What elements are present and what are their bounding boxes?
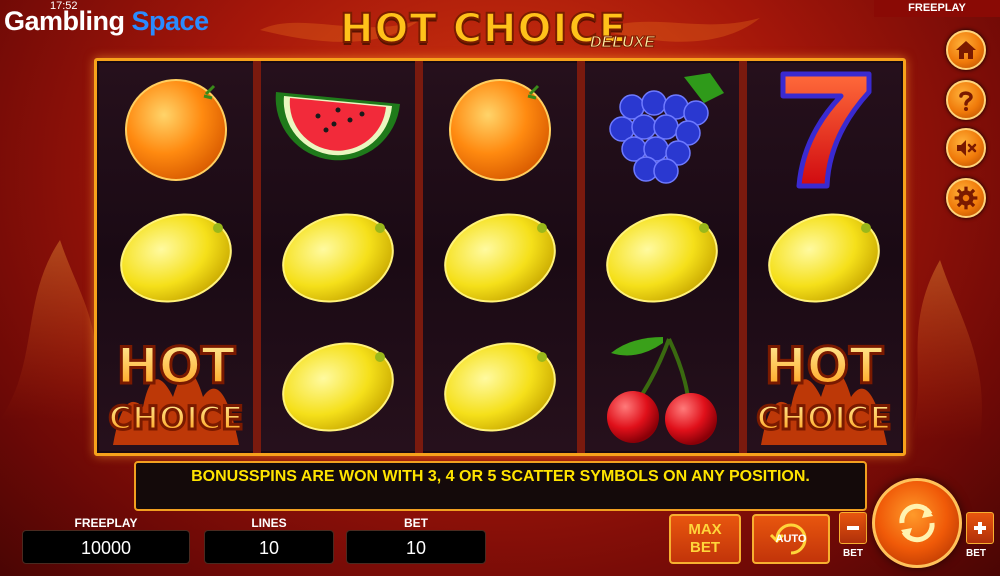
reel-divider xyxy=(739,61,747,453)
minus-icon xyxy=(847,526,859,530)
seven-symbol xyxy=(747,64,901,193)
brand-logo: Gambling Space xyxy=(4,6,209,37)
auto-button[interactable]: AUTO xyxy=(752,514,830,564)
cherries-symbol xyxy=(585,322,739,451)
reel-1: HOT CHOICE xyxy=(99,63,253,451)
lines-label: LINES xyxy=(251,516,287,530)
reel-divider xyxy=(415,61,423,453)
svg-text:CHOICE: CHOICE xyxy=(757,399,892,437)
max-bet-button[interactable]: MAX BET xyxy=(669,514,741,564)
help-icon xyxy=(959,91,973,111)
reel-divider xyxy=(577,61,585,453)
reel-area: HOT CHOICE HOT CHOICE xyxy=(94,58,906,456)
sound-off-icon xyxy=(957,140,977,156)
hot-choice-symbol: HOT CHOICE xyxy=(99,322,253,451)
svg-text:HOT: HOT xyxy=(117,337,235,395)
bet-value: 10 xyxy=(346,530,486,564)
help-button[interactable] xyxy=(946,80,986,120)
spin-icon xyxy=(899,503,935,543)
info-message: BONUSSPINS ARE WON WITH 3, 4 OR 5 SCATTE… xyxy=(134,461,867,511)
sound-button[interactable] xyxy=(946,128,986,168)
orange-symbol xyxy=(423,64,577,193)
lemon-symbol xyxy=(261,193,415,322)
lemon-symbol xyxy=(261,322,415,451)
orange-symbol xyxy=(99,64,253,193)
bet-increase-label: BET xyxy=(966,548,986,559)
brand-word-1: Gambling xyxy=(4,6,125,36)
bet-decrease-label: BET xyxy=(843,548,863,559)
lemon-symbol xyxy=(747,193,901,322)
plus-icon xyxy=(974,522,986,534)
brand-word-2: Space xyxy=(131,6,210,36)
settings-icon xyxy=(954,186,978,210)
lemon-symbol xyxy=(99,193,253,322)
reel-2 xyxy=(261,63,415,451)
reel-divider xyxy=(253,61,261,453)
watermelon-symbol xyxy=(261,64,415,193)
reel-4 xyxy=(585,63,739,451)
auto-label: AUTO xyxy=(775,533,807,545)
reel-5: HOT CHOICE xyxy=(747,63,901,451)
bet-increase-button[interactable] xyxy=(966,512,994,544)
lines-value: 10 xyxy=(204,530,334,564)
home-icon xyxy=(956,41,976,59)
game-title: HOT CHOICE xyxy=(339,5,628,53)
grapes-symbol xyxy=(585,64,739,193)
freeplay-value: 10000 xyxy=(22,530,190,564)
bet-label: BET xyxy=(404,516,428,530)
max-bet-label-2: BET xyxy=(690,539,720,556)
reel-3 xyxy=(423,63,577,451)
svg-text:CHOICE: CHOICE xyxy=(109,399,244,437)
spin-button[interactable] xyxy=(872,478,962,568)
lemon-symbol xyxy=(423,322,577,451)
mode-badge: FREEPLAY xyxy=(874,0,1000,17)
settings-button[interactable] xyxy=(946,178,986,218)
freeplay-label: FREEPLAY xyxy=(74,516,138,530)
game-subtitle: DELUXE xyxy=(590,34,656,52)
max-bet-label-1: MAX xyxy=(688,521,722,538)
home-button[interactable] xyxy=(946,30,986,70)
hot-choice-symbol: HOT CHOICE xyxy=(747,322,901,451)
lemon-symbol xyxy=(585,193,739,322)
bet-decrease-button[interactable] xyxy=(839,512,867,544)
svg-text:HOT: HOT xyxy=(765,337,883,395)
lemon-symbol xyxy=(423,193,577,322)
